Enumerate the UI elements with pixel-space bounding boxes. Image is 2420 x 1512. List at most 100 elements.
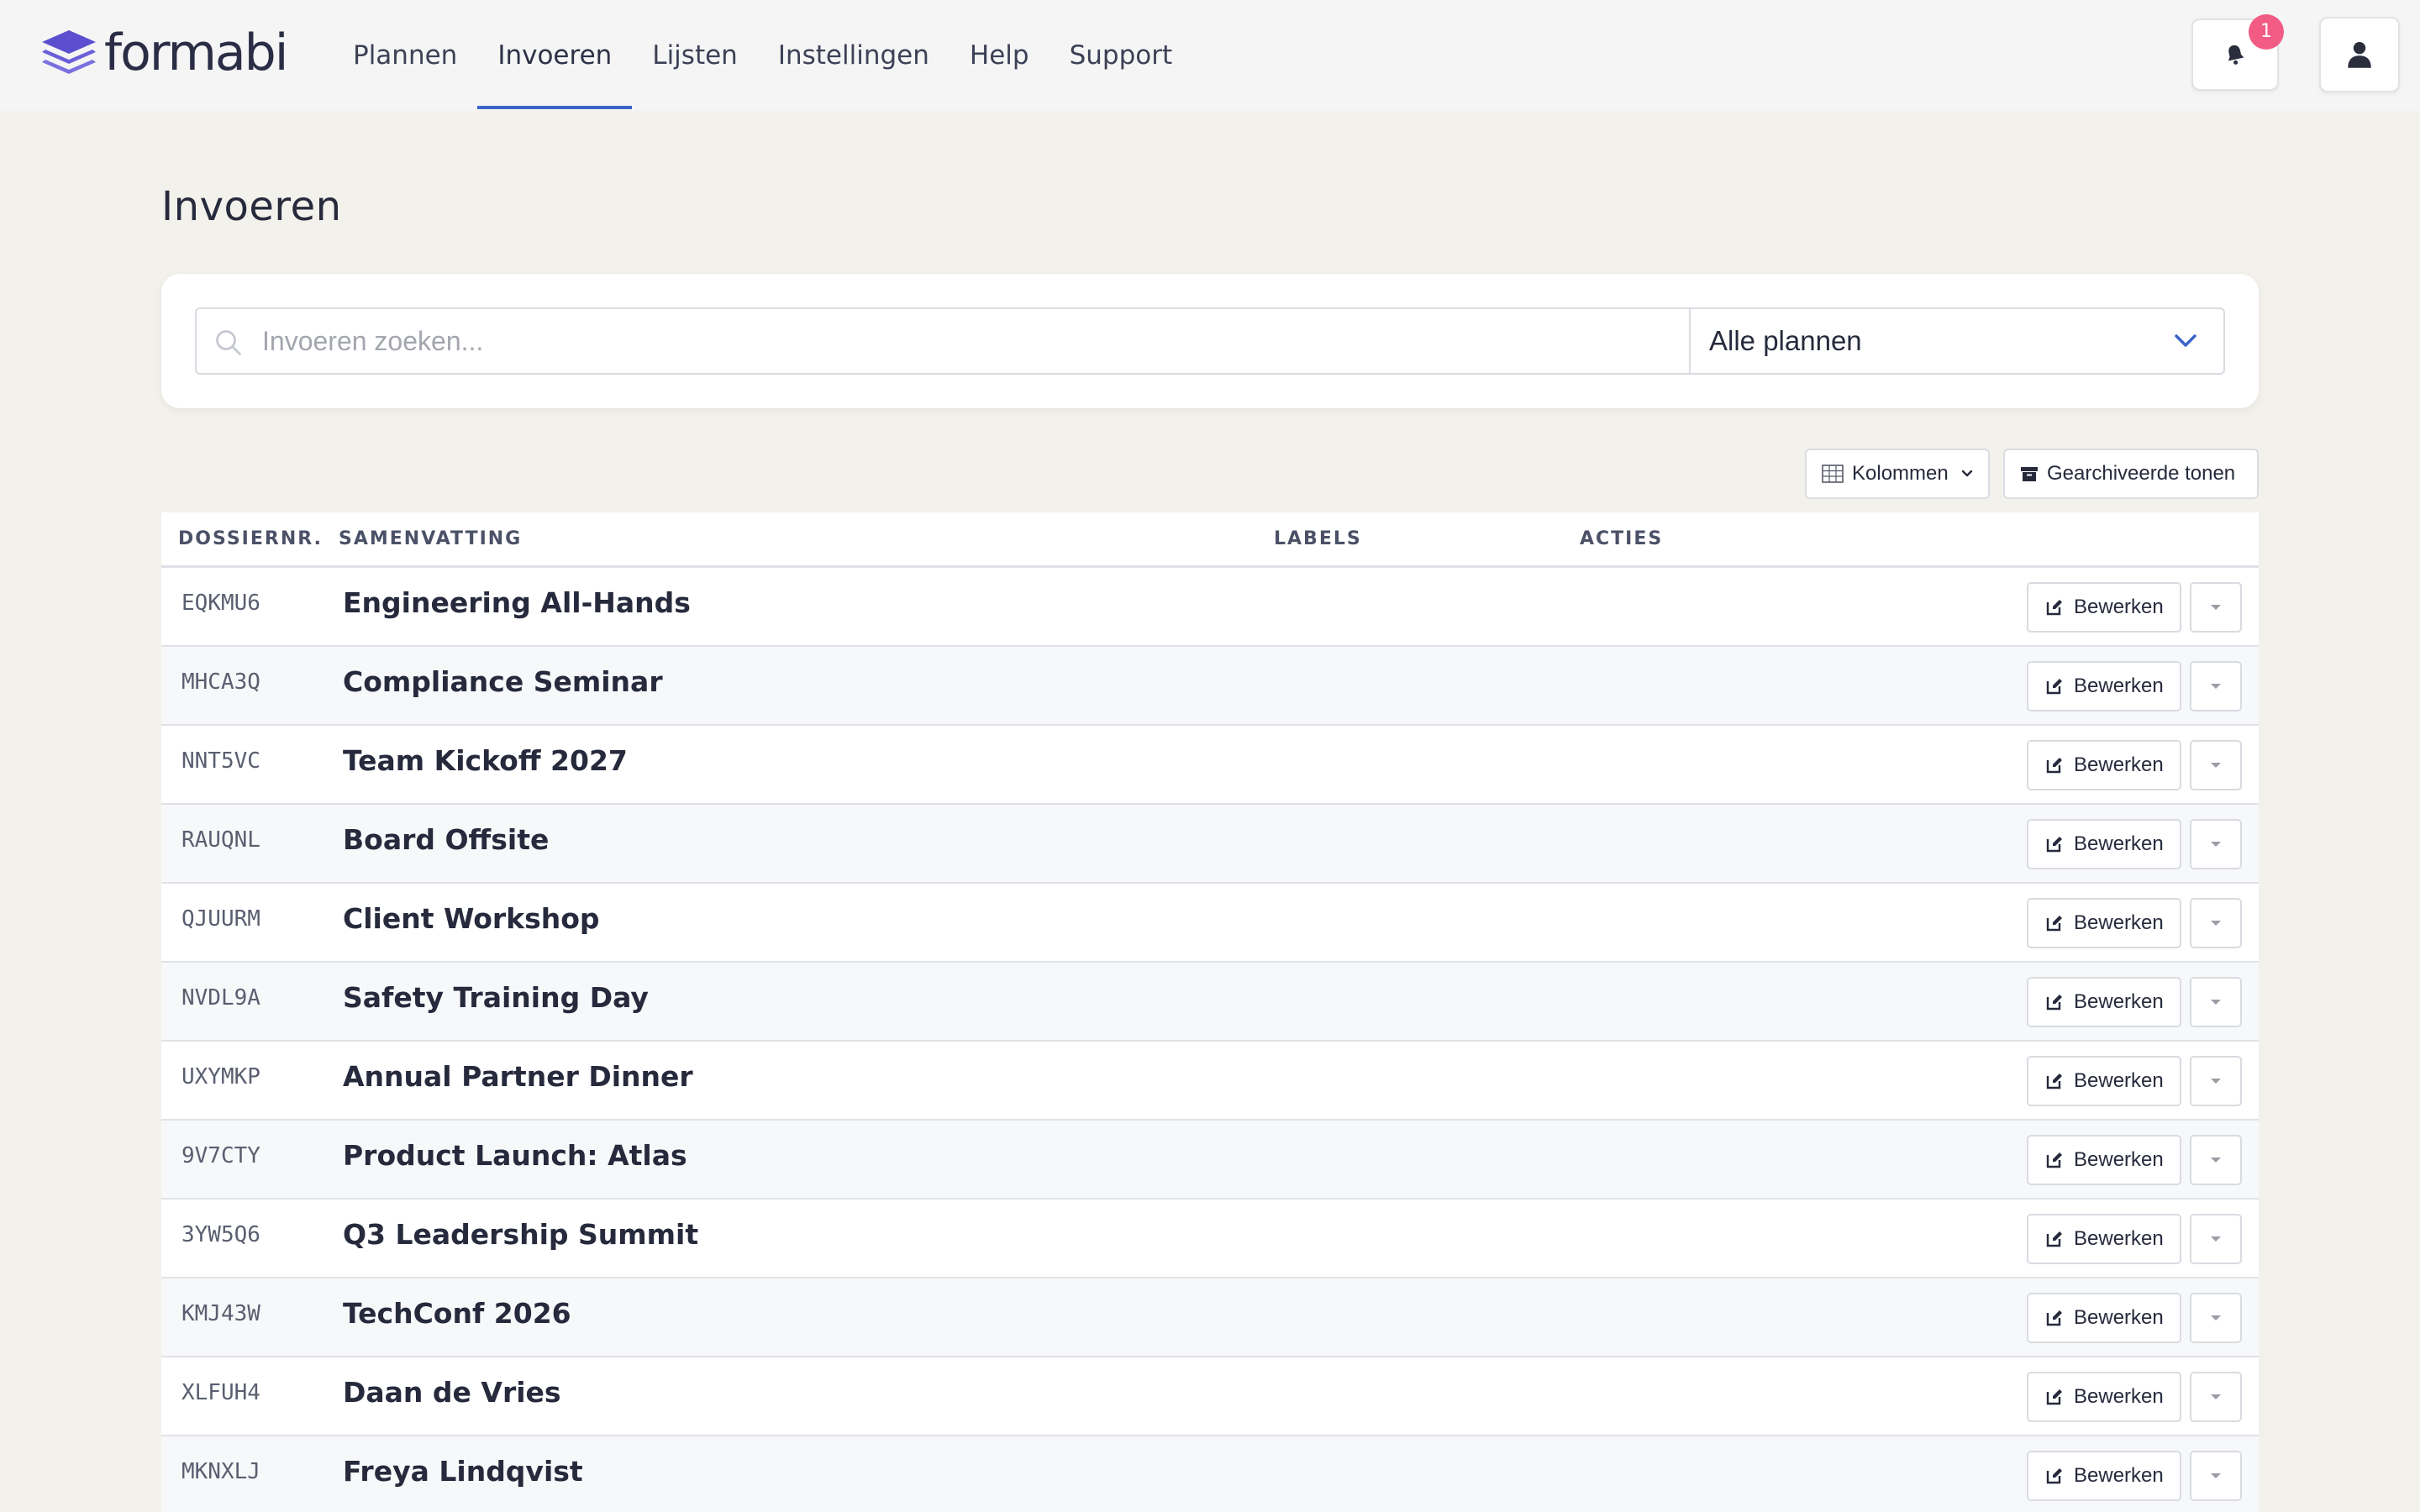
show-archived-button[interactable]: Gearchiveerde tonen [2003,449,2259,499]
edit-icon [2046,1074,2062,1089]
caret-down-icon [2211,684,2221,689]
search-input[interactable] [262,309,1674,373]
row-actions-dropdown-button[interactable] [2190,582,2242,633]
edit-icon [2046,916,2062,932]
entry-summary[interactable]: Freya Lindqvist [343,1436,583,1507]
columns-button-label: Kolommen [1852,462,1949,485]
edit-button-label: Bewerken [2074,832,2164,855]
edit-button[interactable]: Bewerken [2027,819,2181,869]
row-actions-dropdown-button[interactable] [2190,977,2242,1027]
entry-summary[interactable]: Board Offsite [343,805,549,875]
table-row[interactable]: RAUQNL Board Offsite Bewerken [161,805,2259,884]
edit-button[interactable]: Bewerken [2027,1056,2181,1106]
row-actions-dropdown-button[interactable] [2190,661,2242,711]
edit-button[interactable]: Bewerken [2027,740,2181,790]
table-row[interactable]: MHCA3Q Compliance Seminar Bewerken [161,647,2259,726]
logo-wordmark: formabi [104,24,288,82]
chevron-down-icon [2175,334,2196,347]
row-actions-dropdown-button[interactable] [2190,1293,2242,1343]
table-row[interactable]: KMJ43W TechConf 2026 Bewerken [161,1278,2259,1357]
entry-summary[interactable]: Product Launch: Atlas [343,1121,687,1191]
entry-summary[interactable]: Q3 Leadership Summit [343,1200,698,1270]
formabi-logo[interactable]: formabi [39,24,288,82]
column-header-actions: ACTIES [1580,528,1664,549]
column-header-summary[interactable]: SAMENVATTING [339,512,522,566]
row-actions-dropdown-button[interactable] [2190,1135,2242,1185]
nav-item-plannen[interactable]: Plannen [333,2,477,109]
row-actions-dropdown-button[interactable] [2190,1451,2242,1501]
user-menu-button[interactable] [2319,17,2400,92]
caret-down-icon [2211,605,2221,610]
edit-icon [2046,837,2062,853]
dossier-number: QJUURM [182,906,260,932]
column-header-id[interactable]: DOSSIERNR. [178,512,323,566]
table-row[interactable]: XLFUH4 Daan de Vries Bewerken [161,1357,2259,1436]
archive-box-icon [2021,467,2038,481]
edit-button-label: Bewerken [2074,1385,2164,1408]
edit-button-label: Bewerken [2074,911,2164,934]
caret-down-icon [2211,1079,2221,1084]
entry-summary[interactable]: Engineering All-Hands [343,568,691,638]
table-row[interactable]: NNT5VC Team Kickoff 2027 Bewerken [161,726,2259,805]
edit-button[interactable]: Bewerken [2027,1372,2181,1422]
entry-summary[interactable]: Safety Training Day [343,963,649,1033]
edit-icon [2046,679,2062,695]
edit-button[interactable]: Bewerken [2027,661,2181,711]
logo-layers-icon [42,30,96,74]
nav-item-help[interactable]: Help [950,2,1050,109]
edit-button[interactable]: Bewerken [2027,1293,2181,1343]
main-nav: Plannen Invoeren Lijsten Instellingen He… [333,0,1192,111]
entry-summary[interactable]: Compliance Seminar [343,647,663,717]
table-row[interactable]: 3YW5Q6 Q3 Leadership Summit Bewerken [161,1200,2259,1278]
table-row[interactable]: NVDL9A Safety Training Day Bewerken [161,963,2259,1042]
edit-button[interactable]: Bewerken [2027,977,2181,1027]
columns-button[interactable]: Kolommen [1805,449,1990,499]
caret-down-icon [2211,1315,2221,1320]
dossier-number: XLFUH4 [182,1380,260,1405]
dossier-number: UXYMKP [182,1064,260,1089]
table-row[interactable]: EQKMU6 Engineering All-Hands Bewerken [161,568,2259,647]
row-actions-dropdown-button[interactable] [2190,1056,2242,1106]
nav-item-support[interactable]: Support [1050,2,1193,109]
edit-button-label: Bewerken [2074,1227,2164,1250]
dossier-number: KMJ43W [182,1301,260,1326]
edit-button-label: Bewerken [2074,753,2164,776]
entry-summary[interactable]: Client Workshop [343,884,600,954]
edit-icon [2046,1231,2062,1247]
search-input-wrapper [197,309,1691,373]
entry-summary[interactable]: Annual Partner Dinner [343,1042,693,1112]
caret-down-icon [2211,1394,2221,1399]
edit-icon [2046,758,2062,774]
entry-summary[interactable]: Team Kickoff 2027 [343,726,628,796]
notification-count-badge: 1 [2249,14,2284,50]
edit-button[interactable]: Bewerken [2027,1214,2181,1264]
table-row[interactable]: QJUURM Client Workshop Bewerken [161,884,2259,963]
caret-down-icon [2211,921,2221,926]
table-row[interactable]: UXYMKP Annual Partner Dinner Bewerken [161,1042,2259,1121]
edit-button[interactable]: Bewerken [2027,898,2181,948]
row-actions-dropdown-button[interactable] [2190,898,2242,948]
plan-filter-select[interactable]: Alle plannen [1691,309,2223,373]
row-actions-dropdown-button[interactable] [2190,1214,2242,1264]
row-actions-dropdown-button[interactable] [2190,1372,2242,1422]
user-icon [2348,41,2371,68]
row-actions-dropdown-button[interactable] [2190,740,2242,790]
caret-down-icon [2211,842,2221,847]
nav-item-lijsten[interactable]: Lijsten [632,2,758,109]
edit-button[interactable]: Bewerken [2027,1451,2181,1501]
nav-item-invoeren[interactable]: Invoeren [477,2,633,109]
entry-summary[interactable]: Daan de Vries [343,1357,561,1428]
entry-summary[interactable]: TechConf 2026 [343,1278,571,1349]
edit-button[interactable]: Bewerken [2027,1135,2181,1185]
table-row[interactable]: 9V7CTY Product Launch: Atlas Bewerken [161,1121,2259,1200]
row-actions-dropdown-button[interactable] [2190,819,2242,869]
edit-icon [2046,600,2062,616]
page-title: Invoeren [161,183,342,230]
caret-down-icon [2211,1158,2221,1163]
edit-button[interactable]: Bewerken [2027,582,2181,633]
show-archived-label: Gearchiveerde tonen [2047,462,2236,485]
table-row[interactable]: MKNXLJ Freya Lindqvist Bewerken [161,1436,2259,1512]
nav-item-instellingen[interactable]: Instellingen [758,2,950,109]
search-bar: Alle plannen [195,307,2225,375]
dossier-number: 9V7CTY [182,1143,260,1168]
